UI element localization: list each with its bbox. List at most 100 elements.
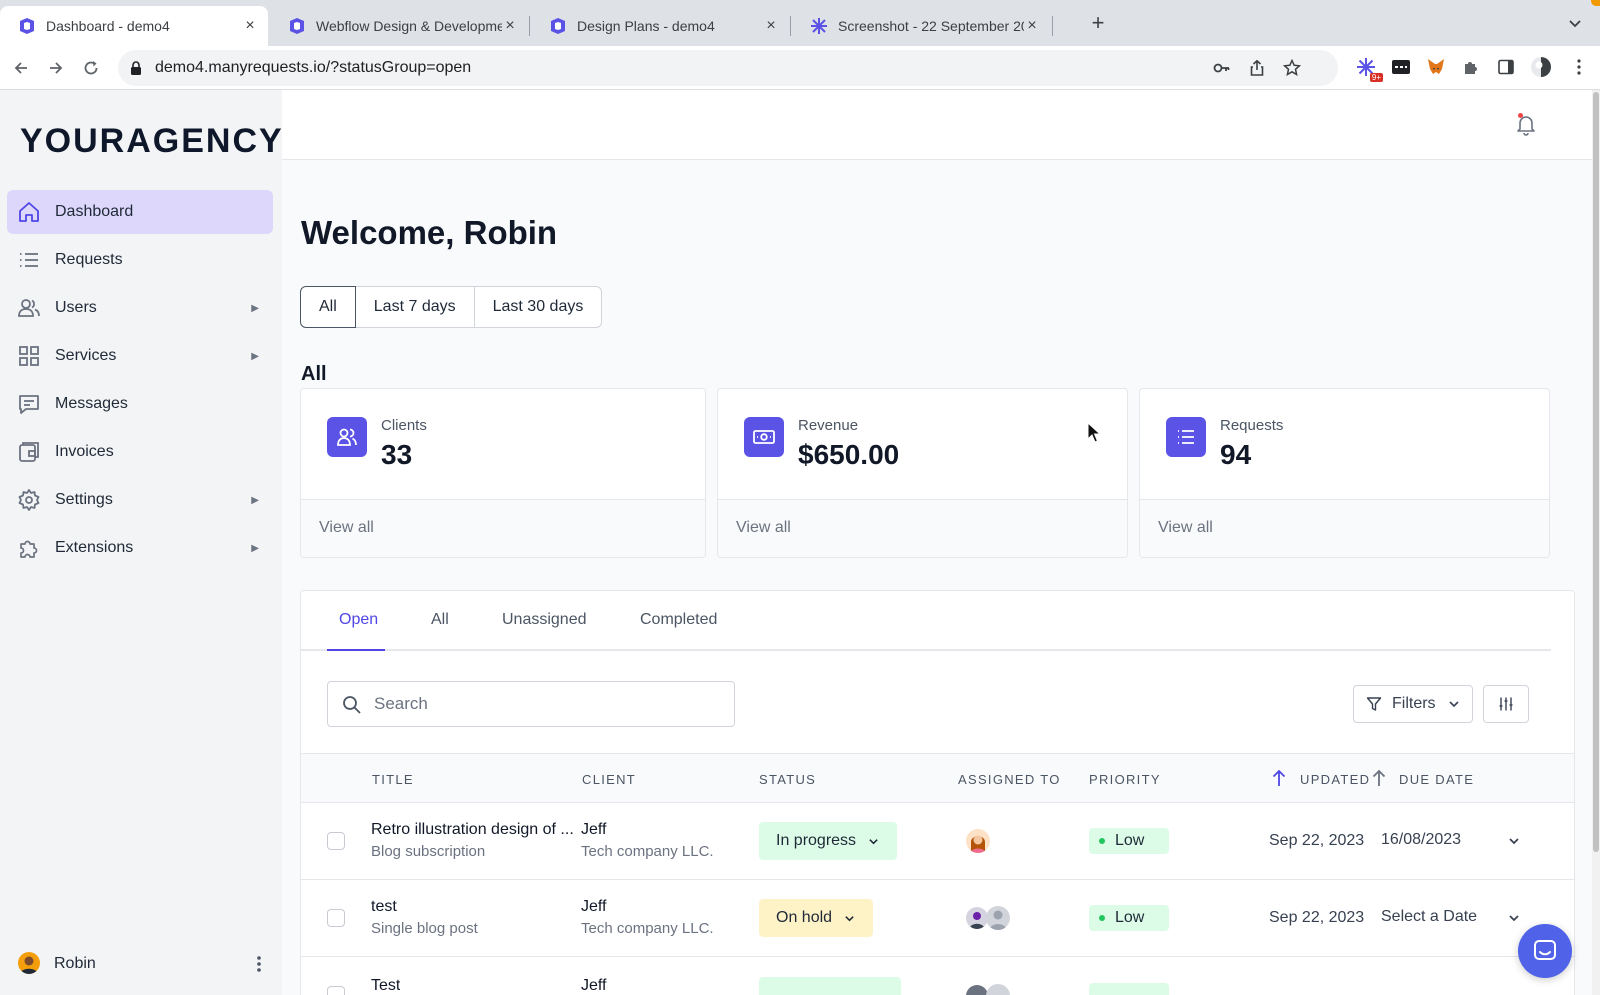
sidebar-item-messages[interactable]: Messages — [7, 382, 273, 426]
range-all-button[interactable]: All — [300, 286, 356, 328]
status-label: In progress — [776, 832, 857, 849]
sidebar-item-requests[interactable]: Requests — [7, 238, 273, 282]
range-last-7-days-button[interactable]: Last 7 days — [354, 286, 475, 328]
more-vertical-icon[interactable] — [256, 954, 262, 974]
avatar[interactable] — [966, 985, 988, 995]
tab-all[interactable]: All — [431, 611, 449, 629]
address-bar[interactable]: demo4.manyrequests.io/?statusGroup=open — [118, 50, 1338, 86]
metamask-fox-icon[interactable] — [1425, 56, 1447, 78]
back-arrow-icon[interactable] — [9, 56, 33, 80]
table-row[interactable]: test Single blog post Jeff Tech company … — [301, 880, 1574, 957]
range-last-30-days-button[interactable]: Last 30 days — [473, 286, 603, 328]
agency-logo[interactable]: YOURAGENCY — [20, 122, 284, 161]
column-priority[interactable]: PRIORITY — [1089, 772, 1161, 787]
sidebar-item-extensions[interactable]: Extensions ▶ — [7, 526, 273, 570]
column-updated[interactable]: UPDATED — [1300, 772, 1370, 787]
chevron-down-icon[interactable] — [1507, 834, 1521, 848]
expand-arrow-icon: ▶ — [251, 350, 259, 362]
tab-search-chevron-icon[interactable] — [1566, 14, 1584, 32]
browser-menu-icon[interactable] — [1568, 56, 1590, 78]
notification-dot — [1518, 113, 1523, 118]
column-status[interactable]: STATUS — [759, 772, 816, 787]
tab-separator — [1052, 16, 1053, 36]
request-title[interactable]: test — [371, 898, 397, 916]
close-icon[interactable]: × — [763, 18, 779, 34]
sparkle-favicon-icon — [810, 17, 828, 35]
chat-launcher-button[interactable] — [1518, 924, 1572, 978]
browser-tab-screenshot[interactable]: Screenshot - 22 September 2023 × — [792, 6, 1050, 46]
sidebar-item-settings[interactable]: Settings ▶ — [7, 478, 273, 522]
profile-avatar-icon[interactable] — [1530, 56, 1552, 78]
extensions-puzzle-icon[interactable] — [1460, 56, 1482, 78]
url-text: demo4.manyrequests.io/?statusGroup=open — [155, 59, 472, 76]
due-date[interactable]: Select a Date — [1381, 908, 1477, 926]
browser-tabstrip: Dashboard - demo4 × Webflow Design & Dev… — [0, 0, 1600, 46]
priority-dot — [1099, 838, 1105, 844]
sidebar-item-invoices[interactable]: Invoices — [7, 430, 273, 474]
sidebar-item-services[interactable]: Services ▶ — [7, 334, 273, 378]
extension-terminal-icon[interactable] — [1390, 56, 1412, 78]
chevron-down-icon[interactable] — [1507, 911, 1521, 925]
row-checkbox[interactable] — [327, 986, 345, 995]
request-title[interactable]: Retro illustration design of ... — [371, 821, 574, 839]
reload-icon[interactable] — [79, 56, 103, 80]
search-input[interactable] — [374, 692, 714, 716]
status-dropdown[interactable]: In progress — [759, 822, 898, 860]
row-checkbox[interactable] — [327, 909, 345, 927]
column-due-date[interactable]: DUE DATE — [1399, 772, 1474, 787]
view-all-requests-link[interactable]: View all — [1158, 519, 1213, 537]
avatar[interactable] — [986, 984, 1010, 995]
share-icon[interactable] — [1248, 59, 1266, 77]
page-title: Welcome, Robin — [301, 214, 558, 251]
column-assigned-to[interactable]: ASSIGNED TO — [958, 772, 1061, 787]
view-all-clients-link[interactable]: View all — [319, 519, 374, 537]
list-icon — [20, 253, 38, 267]
status-dropdown[interactable]: On hold — [759, 899, 874, 937]
tab-separator — [790, 16, 791, 36]
extension-sparkle-icon[interactable]: 9+ — [1355, 56, 1383, 82]
close-icon[interactable]: × — [242, 18, 258, 34]
close-icon[interactable]: × — [502, 18, 518, 34]
filters-button[interactable]: Filters — [1353, 685, 1473, 723]
users-icon — [18, 299, 40, 317]
table-row[interactable]: Test Jeff — [301, 957, 1574, 995]
request-service: Single blog post — [371, 920, 478, 937]
tab-title: Dashboard - demo4 — [46, 18, 170, 34]
sidebar-item-dashboard[interactable]: Dashboard — [7, 190, 273, 234]
status-label: On hold — [776, 909, 833, 926]
page-scrollbar[interactable] — [1592, 90, 1600, 995]
stat-value: $650.00 — [798, 439, 900, 470]
close-icon[interactable]: × — [1024, 18, 1040, 34]
current-user[interactable]: Robin — [0, 942, 282, 986]
updated-date: Sep 22, 2023 — [1269, 909, 1365, 926]
sort-arrow-up-icon[interactable] — [1271, 769, 1287, 787]
avatar[interactable] — [966, 907, 988, 929]
browser-tab-dashboard[interactable]: Dashboard - demo4 × — [0, 6, 268, 46]
browser-tab-design-plans[interactable]: Design Plans - demo4 × — [531, 6, 789, 46]
new-tab-button[interactable]: + — [1086, 12, 1110, 36]
forward-arrow-icon[interactable] — [44, 56, 68, 80]
browser-tab-webflow[interactable]: Webflow Design & Development × — [270, 6, 528, 46]
chevron-down-icon — [845, 915, 854, 921]
avatar[interactable] — [966, 829, 990, 853]
status-dropdown[interactable] — [759, 977, 901, 995]
avatar[interactable] — [986, 906, 1010, 930]
tab-unassigned[interactable]: Unassigned — [502, 611, 587, 629]
row-checkbox[interactable] — [327, 832, 345, 850]
sidebar-item-users[interactable]: Users ▶ — [7, 286, 273, 330]
tab-open[interactable]: Open — [339, 611, 378, 629]
side-panel-icon[interactable] — [1495, 56, 1517, 78]
key-icon[interactable] — [1213, 59, 1231, 77]
view-all-revenue-link[interactable]: View all — [736, 519, 791, 537]
bookmark-star-icon[interactable] — [1283, 59, 1301, 77]
tab-completed[interactable]: Completed — [640, 611, 717, 629]
due-date[interactable]: 16/08/2023 — [1381, 831, 1461, 849]
adjustments-icon — [1499, 697, 1513, 711]
column-title[interactable]: TITLE — [372, 772, 414, 787]
scrollbar-thumb[interactable] — [1593, 92, 1599, 852]
request-title[interactable]: Test — [371, 977, 400, 995]
table-row[interactable]: Retro illustration design of ... Blog su… — [301, 803, 1574, 880]
column-settings-button[interactable] — [1483, 685, 1529, 723]
column-client[interactable]: CLIENT — [582, 772, 636, 787]
sort-arrow-up-icon[interactable] — [1371, 769, 1387, 787]
